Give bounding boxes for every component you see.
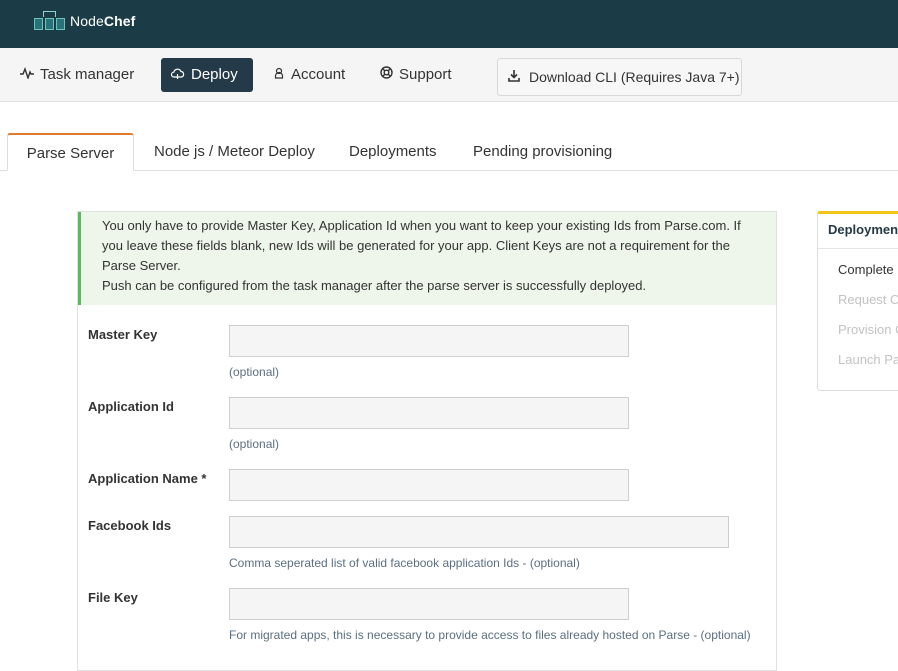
deploy-tabs: Parse Server Node js / Meteor Deploy Dep… bbox=[0, 133, 898, 171]
master-key-help: (optional) bbox=[229, 365, 280, 379]
tab-deployments[interactable]: Deployments bbox=[349, 133, 437, 171]
logo-icon bbox=[34, 11, 65, 31]
application-id-label: Application Id bbox=[88, 399, 174, 414]
alert-text-ids: You only have to provide Master Key, App… bbox=[102, 218, 741, 273]
file-key-input[interactable] bbox=[229, 588, 629, 620]
panel-divider bbox=[818, 248, 898, 249]
main-nav: Task manager Deploy Account Support Down… bbox=[0, 48, 898, 102]
application-id-input[interactable] bbox=[229, 397, 629, 429]
lifebuoy-icon bbox=[380, 58, 393, 92]
top-header: NodeChef bbox=[0, 0, 898, 48]
info-alert: You only have to provide Master Key, App… bbox=[78, 212, 776, 305]
nav-deploy[interactable]: Deploy bbox=[161, 58, 253, 92]
nav-task-manager-label: Task manager bbox=[40, 66, 135, 83]
facebook-ids-input[interactable] bbox=[229, 516, 729, 548]
step-request: Request C bbox=[838, 292, 898, 307]
step-launch: Launch Pa bbox=[838, 352, 898, 367]
tab-pending-provisioning[interactable]: Pending provisioning bbox=[473, 133, 612, 171]
file-key-label: File Key bbox=[88, 590, 138, 605]
alert-text-push: Push can be configured from the task man… bbox=[102, 278, 647, 293]
application-name-label: Application Name * bbox=[88, 471, 207, 486]
facebook-ids-help: Comma seperated list of valid facebook a… bbox=[229, 556, 580, 570]
facebook-ids-label: Facebook Ids bbox=[88, 518, 172, 533]
user-icon bbox=[273, 58, 285, 92]
cloud-icon bbox=[170, 58, 185, 92]
deployment-panel-title: Deployment bbox=[828, 222, 898, 237]
tab-nodejs-meteor-deploy[interactable]: Node js / Meteor Deploy bbox=[154, 133, 315, 171]
master-key-input[interactable] bbox=[229, 325, 629, 357]
master-key-label: Master Key bbox=[88, 327, 158, 342]
tab-parse-server[interactable]: Parse Server bbox=[7, 133, 134, 171]
nav-account-label: Account bbox=[291, 66, 346, 83]
nav-support-label: Support bbox=[399, 66, 452, 83]
nav-account[interactable]: Account bbox=[273, 58, 345, 92]
nodechef-logo[interactable]: NodeChef bbox=[34, 11, 135, 31]
pulse-icon bbox=[20, 58, 34, 92]
download-cli-button[interactable]: Download CLI (Requires Java 7+) bbox=[497, 58, 742, 96]
deployment-progress-panel: Deployment Complete Request C Provision … bbox=[817, 211, 898, 391]
download-cli-label: Download CLI (Requires Java 7+) bbox=[529, 69, 740, 85]
download-icon bbox=[508, 69, 520, 85]
nav-support[interactable]: Support bbox=[380, 58, 452, 92]
step-complete: Complete bbox=[838, 262, 894, 277]
nav-deploy-label: Deploy bbox=[191, 66, 238, 83]
brand-name: NodeChef bbox=[70, 13, 136, 29]
parse-server-form: You only have to provide Master Key, App… bbox=[77, 211, 777, 671]
nav-task-manager[interactable]: Task manager bbox=[20, 58, 134, 92]
file-key-help: For migrated apps, this is necessary to … bbox=[229, 628, 751, 642]
application-id-help: (optional) bbox=[229, 437, 280, 451]
step-provision: Provision C bbox=[838, 322, 898, 337]
application-name-input[interactable] bbox=[229, 469, 629, 501]
